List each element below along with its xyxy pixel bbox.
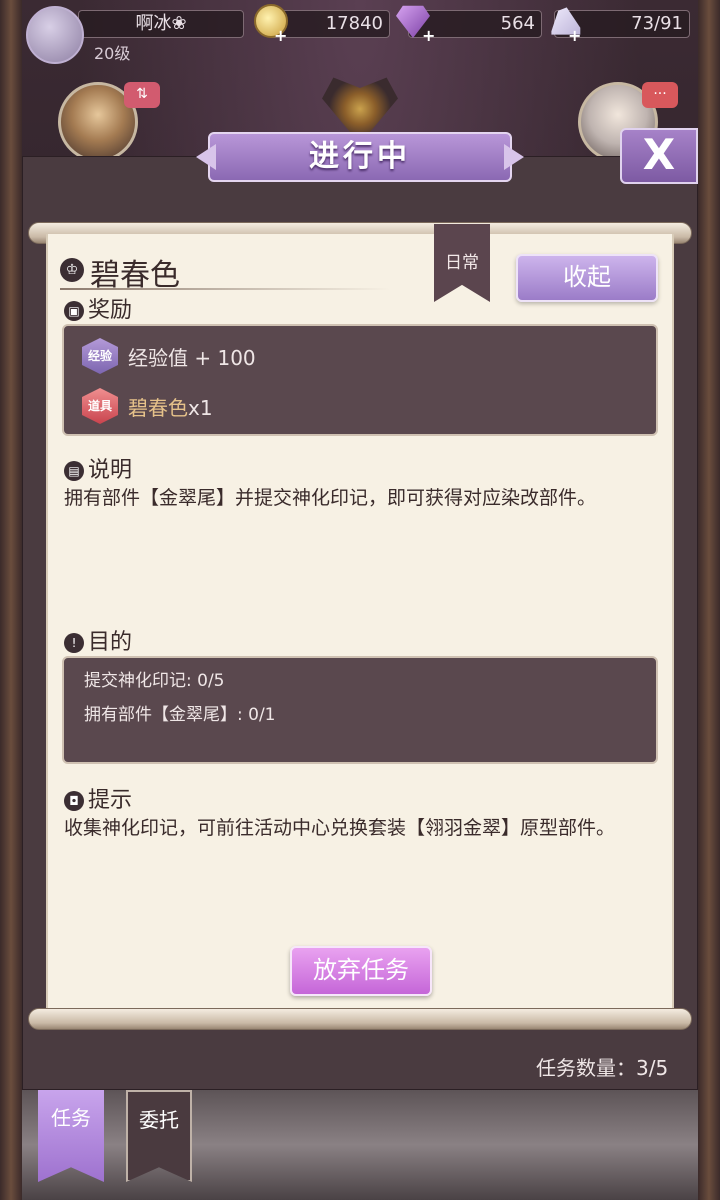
book-icon: ▤ [64,461,84,481]
description-heading: ▤ 说明 [64,452,132,484]
frame-right [698,0,720,1200]
goal-heading: ! 目的 [64,624,132,656]
abandon-quest-button[interactable]: 放弃任务 [290,946,432,996]
add-gold-button[interactable]: + [274,26,287,45]
crown-icon: ♔ [60,258,84,282]
reward-item-text: 碧春色x1 [128,392,213,421]
player-level: 20级 [94,44,131,63]
gift-icon: ▣ [64,301,84,321]
reward-item-name: 碧春色 [128,396,188,420]
player-name: 啊冰❀ [78,10,244,38]
reward-exp-text: 经验值 + 100 [128,346,256,370]
hint-heading-label: 提示 [88,788,133,813]
title-underline [60,288,390,290]
goal-item: 提交神化印记: 0/5 [84,671,225,691]
quest-count: 任务数量：3/5 [536,1056,669,1080]
rewards-heading-label: 奖励 [88,298,133,323]
goal-item: 拥有部件【金翠尾】: 0/1 [84,705,276,725]
frame-left [0,0,22,1200]
bottom-decor [22,1090,698,1200]
player-avatar[interactable] [26,6,84,64]
add-gem-button[interactable]: + [422,26,435,45]
rewards-heading: ▣ 奖励 [64,292,132,324]
hint-heading: ◘ 提示 [64,782,132,814]
reward-item-qty: x1 [188,396,213,420]
scroll-rod-bottom [28,1008,692,1030]
goal-heading-label: 目的 [88,630,133,655]
add-stamina-button[interactable]: + [568,26,581,45]
top-status-bar: 啊冰❀ 20级 17840 + 564 + 73/91 + [0,0,720,70]
close-button[interactable]: X [620,128,698,184]
chat-bubble-icon[interactable]: ··· [642,82,678,108]
alert-icon: ! [64,633,84,653]
hint-text: 收集神化印记，可前往活动中心兑换套装【翎羽金翠】原型部件。 [64,817,616,839]
dialog-title: 进行中 [208,132,512,182]
hint-icon: ◘ [64,791,84,811]
swap-bubble-icon[interactable]: ⇅ [124,82,160,108]
quest-title-row: ♔ 碧春色 [60,248,380,293]
description-heading-label: 说明 [88,458,133,483]
description-text: 拥有部件【金翠尾】并提交神化印记，即可获得对应染改部件。 [64,487,597,509]
collapse-button[interactable]: 收起 [516,254,658,302]
